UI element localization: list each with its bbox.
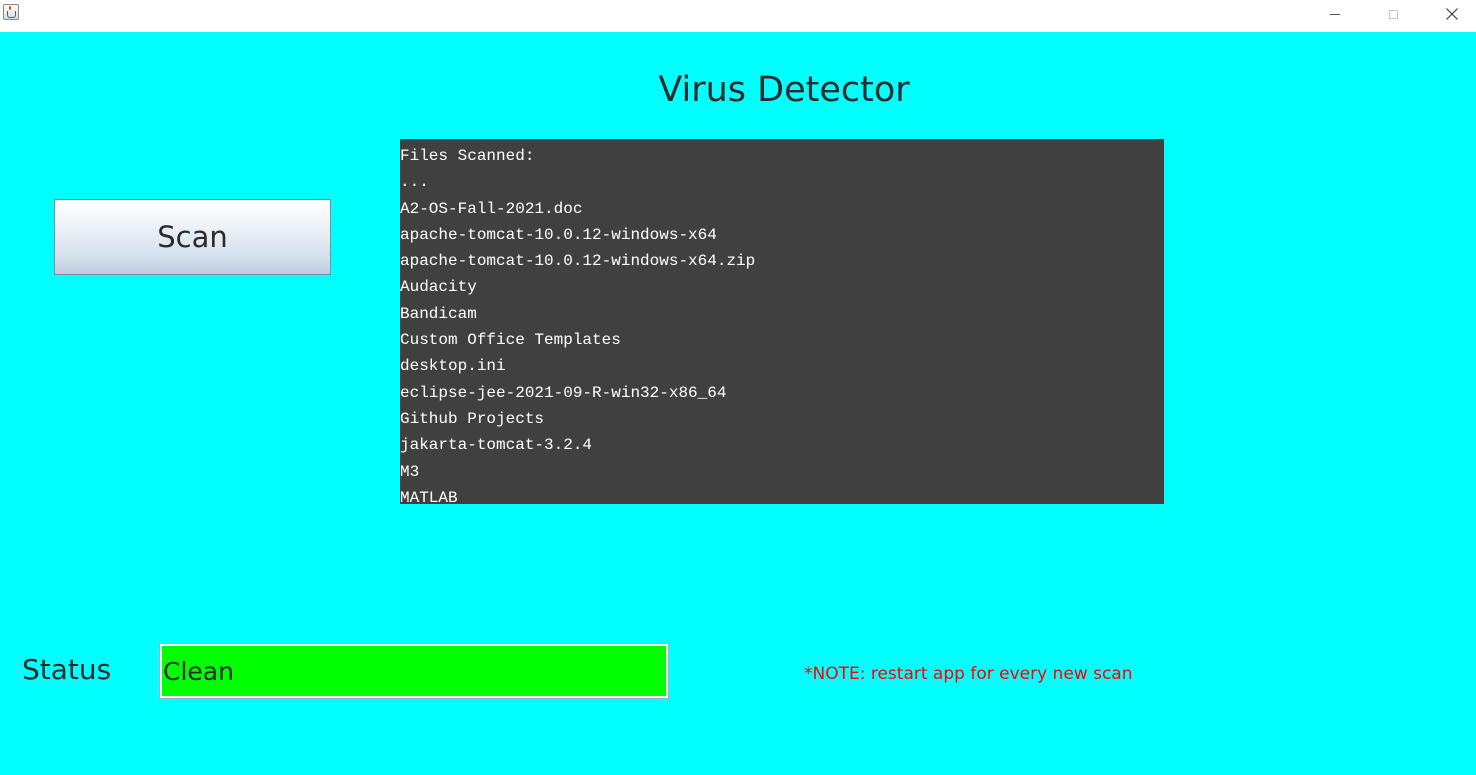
scan-results-textarea[interactable]: Files Scanned: ... A2-OS-Fall-2021.doc a…: [400, 139, 1164, 504]
page-title: Virus Detector: [658, 70, 910, 110]
scan-results-line: Bandicam: [400, 304, 477, 323]
scan-results-line: apache-tomcat-10.0.12-windows-x64: [400, 225, 717, 244]
scan-results-line: apache-tomcat-10.0.12-windows-x64.zip: [400, 252, 756, 271]
status-label: Status: [22, 653, 112, 686]
restart-note: *NOTE: restart app for every new scan: [804, 664, 1133, 684]
scan-results-line: Custom Office Templates: [400, 331, 621, 350]
scan-results-line: Files Scanned:: [400, 147, 535, 165]
java-cup-icon: [3, 4, 19, 20]
maximize-icon: [1388, 9, 1398, 19]
scan-results-line: Github Projects: [400, 409, 545, 428]
maximize-button[interactable]: [1370, 0, 1416, 28]
scan-results-line: Audacity: [400, 278, 477, 297]
minimize-button[interactable]: [1312, 0, 1358, 28]
status-field[interactable]: Clean: [159, 643, 669, 699]
scan-results-line: desktop.ini: [400, 357, 506, 376]
scan-results-line: jakarta-tomcat-3.2.4: [400, 436, 593, 455]
status-value: Clean: [162, 646, 666, 696]
window-titlebar: [0, 0, 1476, 32]
minimize-icon: [1330, 13, 1340, 15]
scan-button[interactable]: Scan: [54, 199, 331, 275]
scan-results-line: A2-OS-Fall-2021.doc: [400, 199, 583, 218]
scan-results-line: M3: [400, 462, 420, 481]
close-icon: [1446, 8, 1458, 20]
close-button[interactable]: [1429, 0, 1475, 28]
scan-results-line: ...: [400, 173, 429, 192]
scan-results-line: eclipse-jee-2021-09-R-win32-x86_64: [400, 383, 727, 402]
scan-results-line: MATLAB: [400, 488, 458, 504]
